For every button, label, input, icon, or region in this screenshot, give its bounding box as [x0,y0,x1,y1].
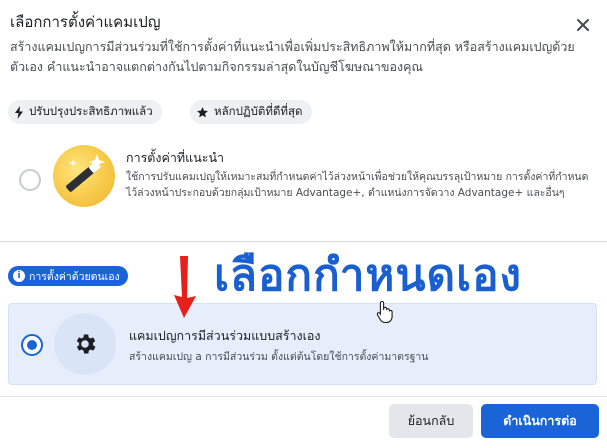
info-icon: i [13,270,25,282]
manual-title: แคมเปญการมีส่วนร่วมแบบสร้างเอง [129,328,321,343]
chip-performance: ปรับปรุงประสิทธิภาพแล้ว [8,100,162,124]
star-icon [197,106,208,117]
chip-performance-label: ปรับปรุงประสิทธิภาพแล้ว [29,104,153,118]
hand-cursor-icon [376,300,393,324]
dialog-title: เลือกการตั้งค่าแคมเปญ [10,13,161,31]
red-arrow-annotation [174,256,196,318]
manual-badge-label: การตั้งค่าด้วยตนเอง [29,270,120,283]
close-button[interactable] [572,14,594,36]
radio-manual[interactable] [21,334,43,356]
campaign-setup-dialog: เลือกการตั้งค่าแคมเปญ สร้างแคมเปญการมีส่… [0,0,607,448]
lightning-icon [15,105,23,119]
manual-description: สร้างแคมเปญ a การมีส่วนร่วม ตั้งแต่ต้นโด… [129,351,429,363]
back-button[interactable]: ย้อนกลับ [389,404,473,438]
continue-button[interactable]: ดำเนินการต่อ [481,404,599,438]
footer-divider [0,396,607,397]
recommended-title: การตั้งค่าที่แนะนำ [126,150,225,165]
overlay-caption: เลือกกำหนดเอง [213,249,523,302]
chip-best-practice: หลักปฏิบัติที่ดีที่สุด [190,100,312,124]
radio-recommended[interactable] [19,169,41,191]
dialog-description: สร้างแคมเปญการมีส่วนร่วมที่ใช้การตั้งค่า… [10,39,575,74]
magic-wand-icon [53,145,115,207]
manual-settings-badge: i การตั้งค่าด้วยตนเอง [8,266,128,286]
option-manual[interactable]: แคมเปญการมีส่วนร่วมแบบสร้างเอง สร้างแคมเ… [8,303,597,385]
close-icon [577,19,589,31]
option-recommended[interactable]: การตั้งค่าที่แนะนำ ใช้การปรับแคมเปญให้เห… [8,137,597,233]
chip-best-practice-label: หลักปฏิบัติที่ดีที่สุด [214,104,303,118]
recommended-description: ใช้การปรับแคมเปญให้เหมาะสมที่กำหนดค่าไว้… [126,171,589,199]
gear-icon [54,313,116,375]
